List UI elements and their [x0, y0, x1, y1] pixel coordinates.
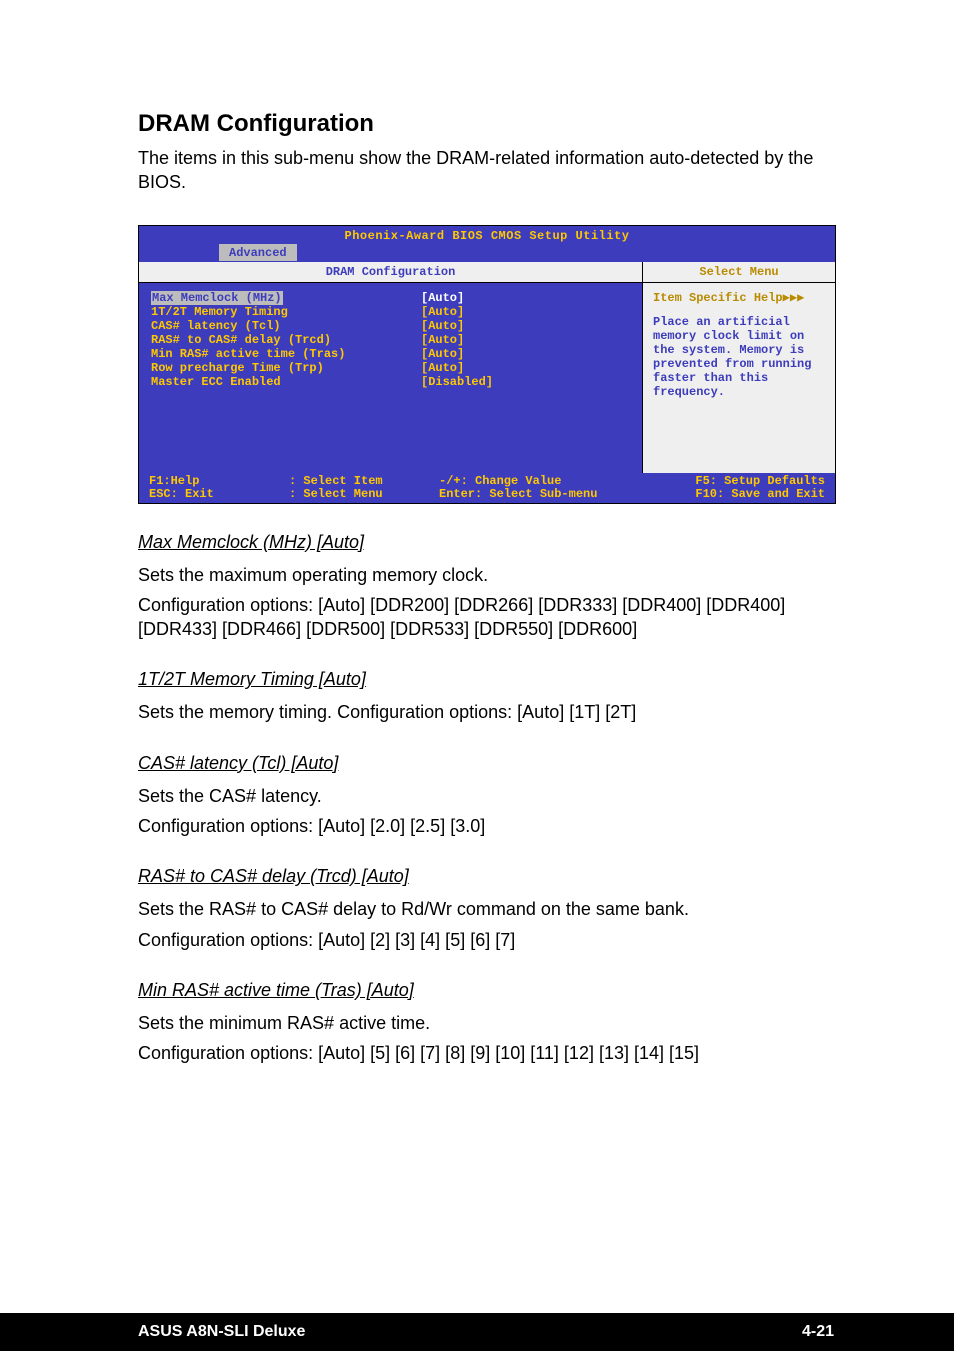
bios-setting-label: 1T/2T Memory Timing — [151, 305, 421, 319]
subsection-body: Configuration options: [Auto] [DDR200] [… — [138, 593, 834, 642]
bios-setting-label: CAS# latency (Tcl) — [151, 319, 421, 333]
bios-help-heading: Item Specific Help▶▶▶ — [653, 291, 825, 305]
bios-help-text: Place an artificial memory clock limit o… — [653, 315, 825, 399]
bios-title: Phoenix-Award BIOS CMOS Setup Utility — [139, 226, 835, 244]
subsection-heading: RAS# to CAS# delay (Trcd) [Auto] — [138, 866, 834, 887]
subsection-heading: Max Memclock (MHz) [Auto] — [138, 532, 834, 553]
bios-right-header: Select Menu — [643, 262, 835, 283]
bios-setting-label: Min RAS# active time (Tras) — [151, 347, 421, 361]
bios-setting-value: [Auto] — [421, 305, 630, 319]
subsection-body: Configuration options: [Auto] [2.0] [2.5… — [138, 814, 834, 838]
bios-foot-enter: Enter: Select Sub-menu — [439, 487, 597, 501]
subsection-body: Configuration options: [Auto] [2] [3] [4… — [138, 928, 834, 952]
subsection-body: Sets the memory timing. Configuration op… — [138, 700, 834, 724]
bios-help-panel: Item Specific Help▶▶▶ Place an artificia… — [643, 283, 835, 473]
bios-foot-selmenu: : Select Menu — [289, 487, 383, 501]
bios-settings-panel: Max Memclock (MHz)1T/2T Memory TimingCAS… — [139, 283, 642, 473]
page-footer: ASUS A8N-SLI Deluxe 4-21 — [0, 1313, 954, 1351]
intro-text: The items in this sub-menu show the DRAM… — [138, 146, 834, 195]
bios-setting-label: Row precharge Time (Trp) — [151, 361, 421, 375]
bios-footer: F1:Help : Select Item -/+: Change Value … — [139, 473, 835, 503]
bios-setting-value: [Disabled] — [421, 375, 630, 389]
bios-setting-value: [Auto] — [421, 291, 630, 305]
bios-foot-f1: F1:Help — [149, 474, 199, 488]
subsection-body: Sets the maximum operating memory clock. — [138, 563, 834, 587]
bios-setting-label: Max Memclock (MHz) — [151, 291, 421, 305]
bios-setting-label: Master ECC Enabled — [151, 375, 421, 389]
bios-setting-value: [Auto] — [421, 319, 630, 333]
section-title: DRAM Configuration — [138, 110, 834, 138]
bios-foot-f5: F5: Setup Defaults — [695, 474, 825, 488]
subsection-body: Sets the RAS# to CAS# delay to Rd/Wr com… — [138, 897, 834, 921]
bios-tab-advanced: Advanced — [219, 244, 297, 261]
bios-tabs: Advanced — [139, 244, 835, 262]
bios-foot-change: -/+: Change Value — [439, 474, 561, 488]
subsection-heading: Min RAS# active time (Tras) [Auto] — [138, 980, 834, 1001]
subsection-body: Sets the CAS# latency. — [138, 784, 834, 808]
subsection-body: Configuration options: [Auto] [5] [6] [7… — [138, 1041, 834, 1065]
subsection-heading: CAS# latency (Tcl) [Auto] — [138, 753, 834, 774]
bios-screenshot: Phoenix-Award BIOS CMOS Setup Utility Ad… — [138, 225, 836, 504]
bios-left-header: DRAM Configuration — [139, 262, 642, 283]
bios-setting-label: RAS# to CAS# delay (Trcd) — [151, 333, 421, 347]
subsection-heading: 1T/2T Memory Timing [Auto] — [138, 669, 834, 690]
bios-setting-value: [Auto] — [421, 333, 630, 347]
bios-foot-f10: F10: Save and Exit — [695, 487, 825, 501]
bios-foot-selitem: : Select Item — [289, 474, 383, 488]
bios-setting-value: [Auto] — [421, 361, 630, 375]
footer-left: ASUS A8N-SLI Deluxe — [138, 1323, 305, 1341]
footer-right: 4-21 — [802, 1323, 834, 1341]
bios-setting-value: [Auto] — [421, 347, 630, 361]
subsection-body: Sets the minimum RAS# active time. — [138, 1011, 834, 1035]
bios-foot-esc: ESC: Exit — [149, 487, 214, 501]
